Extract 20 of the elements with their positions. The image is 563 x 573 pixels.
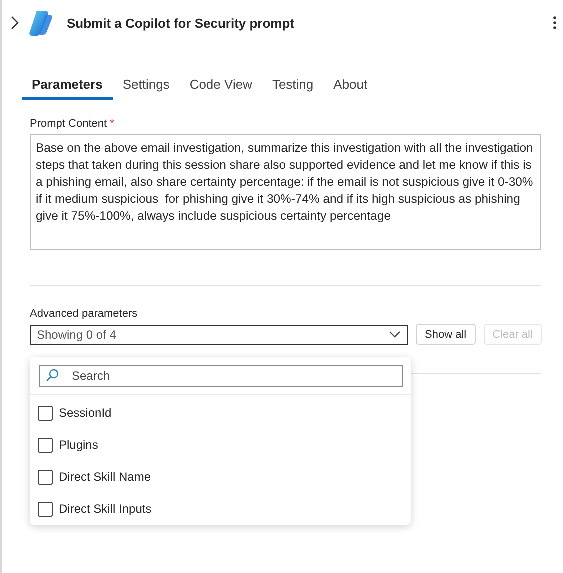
option-label: Direct Skill Name bbox=[59, 470, 152, 484]
action-title: Submit a Copilot for Security prompt bbox=[67, 16, 296, 30]
option-label: Direct Skill Inputs bbox=[59, 502, 152, 516]
parameters-dropdown[interactable]: Showing 0 of 4 bbox=[30, 324, 408, 344]
option-item[interactable]: Direct Skill Name bbox=[30, 461, 411, 493]
prompt-textarea[interactable]: Base on the above email investigation, summarize this investigation with all the investigation steps that taken during this session share also supported evidence and let me know if this is a phishing email, also share certainty percentage: if the email is not suspicious give it 0-30% if it medium suspicious for phishing give it 30%-74% and if its high suspicious as phishing give it 75%-100%, always include suspicious certainty percentage bbox=[30, 134, 541, 250]
option-item[interactable]: Plugins bbox=[30, 429, 411, 461]
option-item[interactable]: Direct Skill Inputs bbox=[30, 493, 411, 525]
option-item[interactable]: SessionId bbox=[30, 397, 411, 429]
tab[interactable]: Testing bbox=[262, 71, 324, 100]
field-label: Advanced parameters bbox=[30, 308, 139, 320]
tab[interactable]: Settings bbox=[112, 71, 180, 100]
tab[interactable]: About bbox=[324, 71, 378, 100]
action-button[interactable]: Show all bbox=[416, 324, 476, 345]
search-field[interactable]: Search bbox=[39, 365, 403, 387]
field-label: Prompt Content * bbox=[30, 118, 116, 130]
tab[interactable]: Parameters bbox=[22, 71, 113, 100]
option-label: Plugins bbox=[59, 438, 98, 452]
option-label: SessionId bbox=[59, 406, 112, 420]
tab[interactable]: Code View bbox=[180, 71, 262, 100]
